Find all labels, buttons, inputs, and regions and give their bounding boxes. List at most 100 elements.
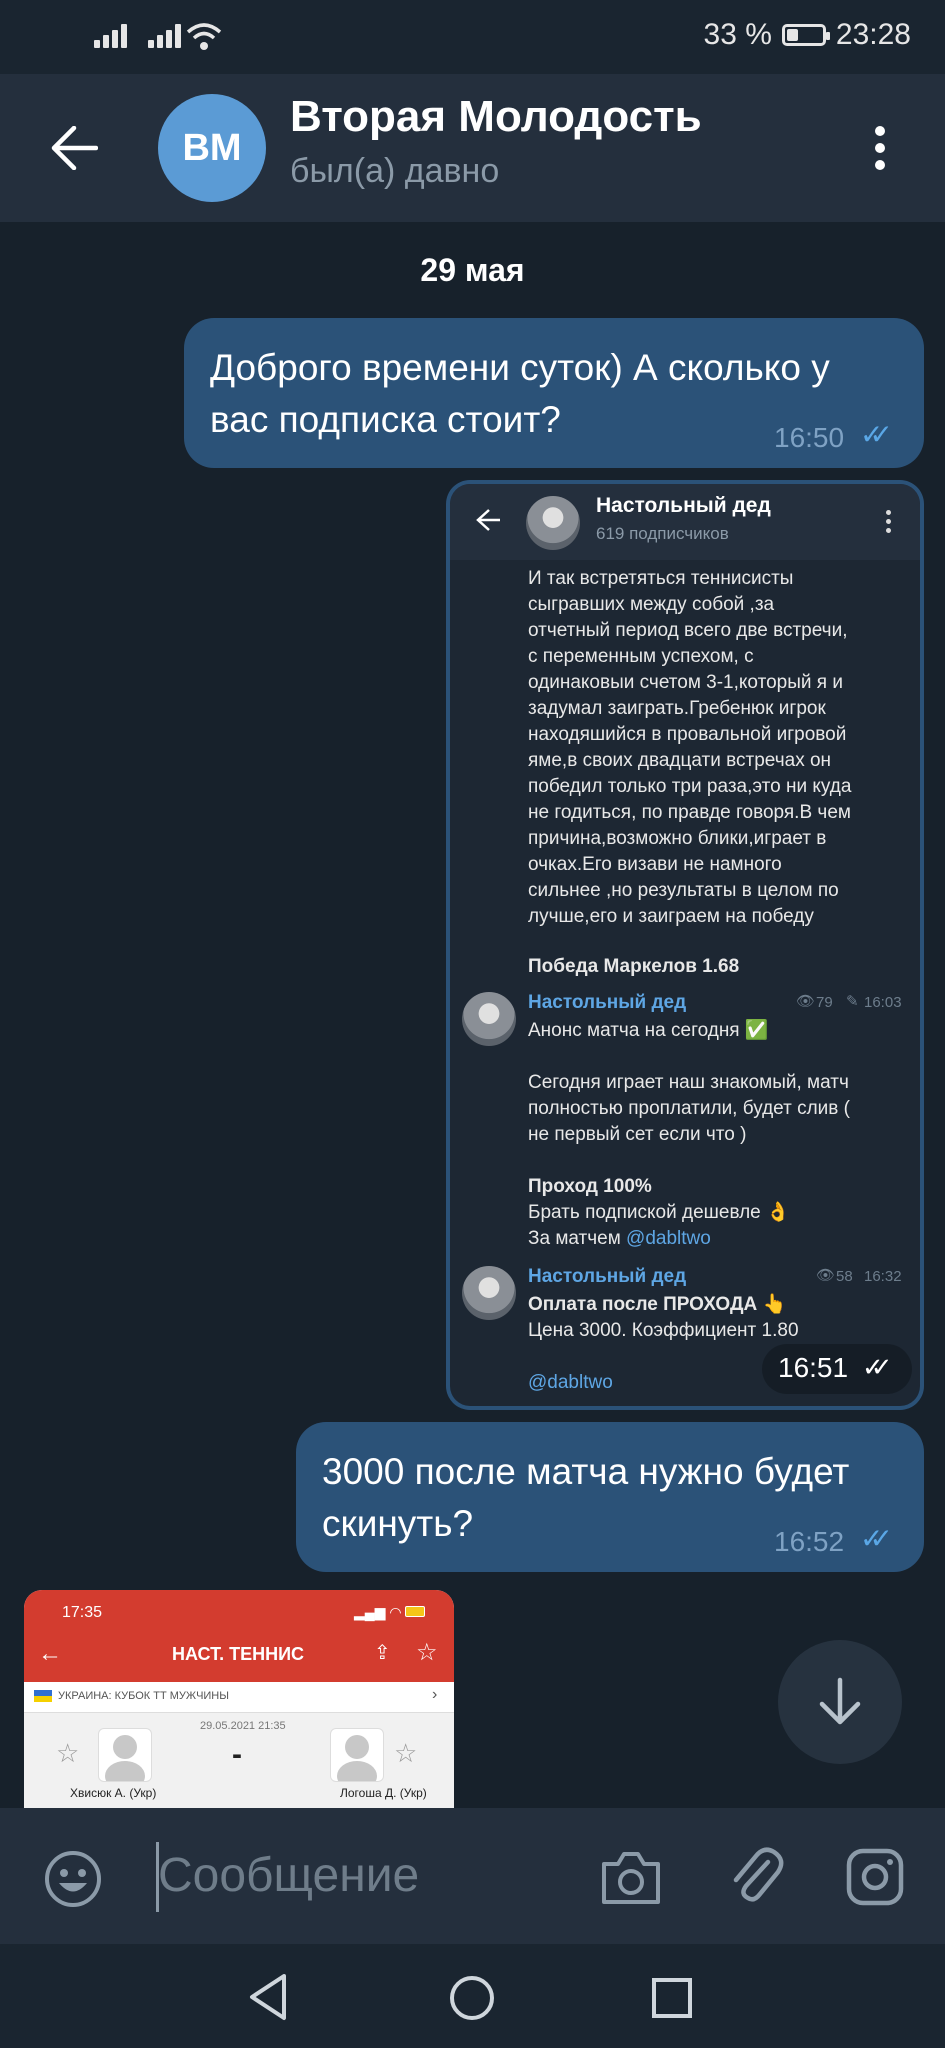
- post-avatar: [462, 1266, 516, 1320]
- post-line: находяшийся в провальной игровой: [528, 724, 847, 745]
- scroll-down-button[interactable]: [778, 1640, 902, 1764]
- instagram-icon[interactable]: [846, 1848, 904, 1906]
- player1-name: Хвисюк А. (Укр): [70, 1786, 157, 1800]
- message-text: Доброго времени суток) А сколько у: [210, 347, 830, 388]
- player2-avatar: [330, 1728, 384, 1782]
- status-right: 33 % 23:28: [704, 18, 911, 52]
- post-line: И так встретяться теннисисты: [528, 568, 794, 589]
- flag-icon: [34, 1690, 52, 1702]
- clock: 23:28: [835, 18, 911, 51]
- post-line: с переменным успехом, с: [528, 646, 754, 667]
- message-text: 3000 после матча нужно будет: [322, 1451, 850, 1492]
- outgoing-message[interactable]: 3000 после матча нужно будет скинуть? 16…: [296, 1422, 924, 1572]
- signal-icon: [94, 0, 134, 74]
- chevron-right-icon: ›: [432, 1686, 438, 1703]
- incoming-image[interactable]: 17:35 ▂▄▆ ◠ ← НАСТ. ТЕННИС ⇪ ☆ УКРАИНА: …: [24, 1590, 454, 1810]
- post-line: отчетный период всего две встречи,: [528, 620, 848, 641]
- battery-icon: [781, 24, 830, 46]
- message-text: скинуть?: [322, 1503, 474, 1544]
- channel-subscribers: 619 подписчиков: [596, 524, 729, 543]
- date-separator: 29 мая: [420, 252, 525, 288]
- emoji-icon[interactable]: [44, 1850, 102, 1908]
- read-checks-icon: ✓✓: [860, 1523, 893, 1554]
- player1-avatar: [98, 1728, 152, 1782]
- camera-icon[interactable]: [600, 1850, 662, 1906]
- post-line: Брать подпиской дешевле 👌: [528, 1202, 790, 1223]
- system-nav-bar: [0, 1944, 945, 2048]
- post-line: очках.Его визави не намного: [528, 854, 782, 875]
- post-text-prefix: За матчем: [528, 1228, 627, 1249]
- post-line: Оплата после ПРОХОДА 👆: [528, 1294, 787, 1315]
- battery-percent: 33 %: [703, 18, 772, 51]
- arrow-down-icon: [819, 1677, 861, 1725]
- back-arrow-icon: [476, 509, 500, 531]
- avatar[interactable]: ВМ: [158, 94, 266, 202]
- image-message[interactable]: Настольный дед 619 подписчиков И так вст…: [446, 480, 924, 1410]
- signal-icon-2: [148, 0, 188, 74]
- phone-time: 17:35: [62, 1604, 103, 1621]
- nav-recents-icon[interactable]: [650, 1976, 694, 2020]
- app-title: НАСТ. ТЕННИС: [172, 1644, 305, 1664]
- post-bet: Победа Маркелов 1.68: [528, 956, 740, 977]
- post-link: @dabltwo: [626, 1228, 711, 1249]
- chat-title[interactable]: Вторая Молодость: [290, 92, 702, 142]
- post-line: сильнее ,но результаты в целом по: [528, 880, 839, 901]
- message-input[interactable]: Сообщение: [158, 1848, 419, 1903]
- post-line: Проход 100%: [528, 1176, 652, 1197]
- outgoing-message[interactable]: Доброго времени суток) А сколько у вас п…: [184, 318, 924, 468]
- channel-screenshot: Настольный дед 619 подписчиков И так вст…: [450, 484, 920, 1406]
- post-author: Настольный дед: [528, 1266, 687, 1287]
- post-views: 79: [816, 994, 833, 1011]
- star-icon: ☆: [56, 1738, 80, 1768]
- post-line: Цена 3000. Коэффициент 1.80: [528, 1320, 799, 1341]
- views-icon: 👁: [796, 993, 816, 1010]
- image-time-pill: 16:51 ✓✓: [762, 1344, 912, 1394]
- post-line: За матчем @dabltwo: [528, 1226, 711, 1252]
- player2-name: Логоша Д. (Укр): [340, 1786, 427, 1800]
- post-line: лучше,его и заиграем на победу: [528, 906, 814, 927]
- post-line: задумал заиграть.Гребенюк игрок: [528, 698, 826, 719]
- back-arrow-icon[interactable]: [50, 126, 98, 170]
- post-line: Анонс матча на сегодня ✅: [528, 1020, 769, 1041]
- league-name: УКРАИНА: КУБОК ТТ МУЖЧИНЫ: [58, 1690, 229, 1702]
- post-line: причина,возможно блики,играет в: [528, 828, 827, 849]
- post-avatar: [462, 992, 516, 1046]
- match-score: -: [232, 1738, 242, 1771]
- views-icon: 👁: [816, 1267, 836, 1284]
- message-time: 16:52: [774, 1526, 845, 1557]
- back-arrow-icon: ←: [38, 1640, 62, 1667]
- more-menu-icon: [886, 510, 892, 536]
- post-line: одинаковыи счетом 3-1,который я и: [528, 672, 843, 693]
- star-icon: ☆: [394, 1738, 418, 1768]
- star-icon: ☆: [416, 1639, 438, 1666]
- post-time: 16:03: [864, 994, 902, 1011]
- message-text: вас подписка стоит?: [210, 399, 561, 440]
- more-menu-icon[interactable]: [870, 124, 890, 174]
- read-checks-icon: ✓✓: [860, 419, 893, 450]
- wifi-icon: [186, 23, 222, 50]
- channel-name: Настольный дед: [596, 494, 771, 517]
- match-date: 29.05.2021 21:35: [200, 1720, 286, 1732]
- attach-icon[interactable]: [728, 1842, 784, 1908]
- phone-status-icons: ▂▄▆ ◠: [354, 1604, 426, 1621]
- share-icon: ⇪: [374, 1642, 391, 1664]
- nav-home-icon[interactable]: [448, 1974, 496, 2022]
- post-line: победил только три раза,это ни куда: [528, 776, 852, 797]
- message-time: 16:51: [778, 1352, 849, 1383]
- post-line: полностью проплатили, будет слив (: [528, 1098, 850, 1119]
- message-time: 16:50: [774, 422, 845, 453]
- post-line: не годиться, по правде говоря.В чем: [528, 802, 851, 823]
- post-author: Настольный дед: [528, 992, 687, 1013]
- post-line: Сегодня играет наш знакомый, матч: [528, 1072, 849, 1093]
- read-checks-icon: ✓✓: [862, 1352, 892, 1382]
- post-line: яме,в своих двадцати встречах он: [528, 750, 832, 771]
- post-views: 58: [836, 1268, 853, 1285]
- post-line: не первый сет если что ): [528, 1124, 747, 1145]
- post-line: сыгравших между собой ,за: [528, 594, 775, 615]
- chat-subtitle: был(а) давно: [290, 152, 500, 190]
- status-bar: 33 % 23:28: [0, 0, 945, 74]
- nav-back-icon[interactable]: [246, 1972, 290, 2022]
- edited-icon: ✎: [846, 993, 859, 1010]
- post-link: @dabltwo: [528, 1372, 613, 1393]
- post-time: 16:32: [864, 1268, 902, 1285]
